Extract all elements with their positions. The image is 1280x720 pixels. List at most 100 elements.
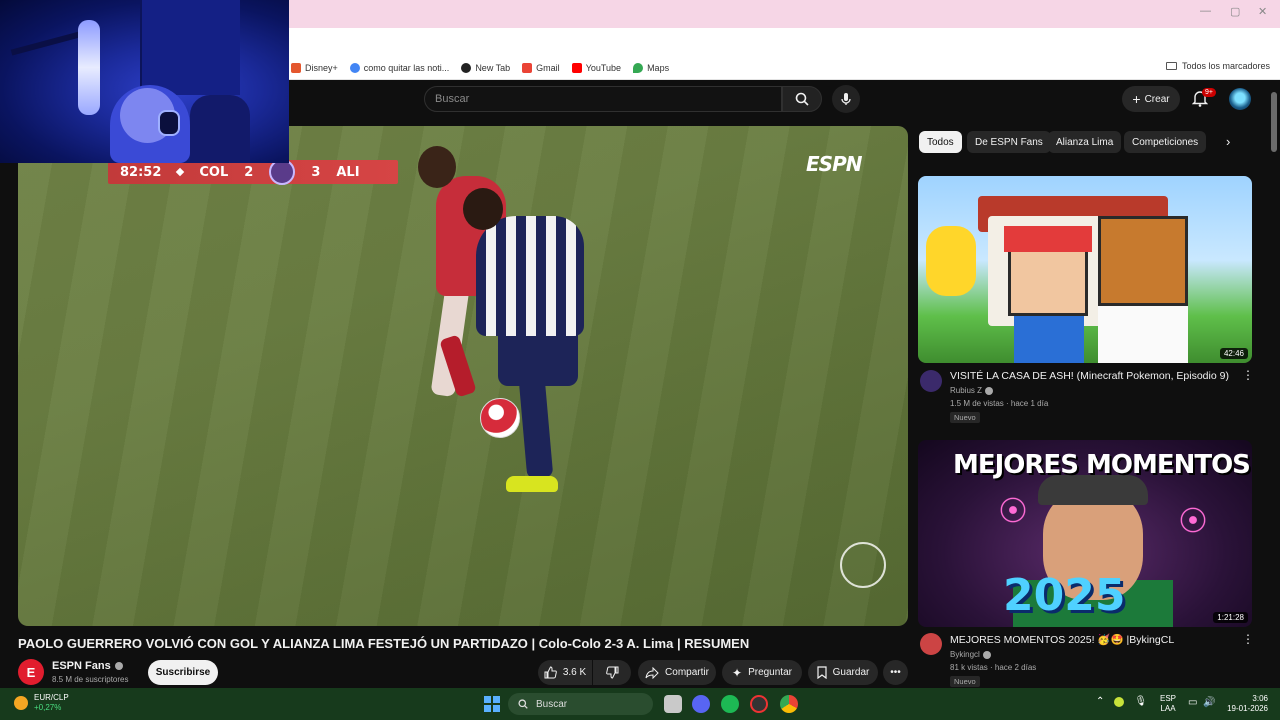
google-icon [349,62,360,73]
verified-icon [982,650,991,659]
bookmark-label: Maps [647,62,670,73]
more-actions-button[interactable]: ••• [883,660,908,685]
chip-competiciones[interactable]: Competiciones [1124,131,1207,153]
more-vertical-icon[interactable]: ⋮ [1242,632,1254,646]
thumb-headline: MEJORES MOMENTOS [953,450,1251,480]
maximize-icon[interactable]: ▢ [1230,5,1240,18]
microphone-icon [841,93,851,105]
recommended-channel-avatar-2[interactable] [920,633,942,655]
channel-name-label: ESPN Fans [52,660,111,672]
espn-logo: ESPN [806,152,862,176]
search-button[interactable] [782,86,822,112]
video-title: PAOLO GUERRERO VOLVIÓ CON GOL Y ALIANZA … [18,636,750,651]
taskbar-widget[interactable]: EUR/CLP +0,27% [14,693,69,713]
search-input[interactable]: Buscar [424,86,782,112]
more-horizontal-icon: ••• [890,667,901,678]
search-icon [518,699,528,709]
recommended-channel-avatar-1[interactable] [920,370,942,392]
discord-icon[interactable] [692,695,710,713]
currency-widget-text: EUR/CLP +0,27% [34,693,69,713]
bookmark-icon [817,666,827,679]
thumbs-up-icon [544,666,557,679]
recommended-channel-name: Bykingcl [950,650,980,659]
search-placeholder: Buscar [435,93,470,105]
share-button[interactable]: Compartir [638,660,716,685]
taskbar-search[interactable]: Buscar [508,693,653,715]
tray-app-icon[interactable] [1114,696,1125,707]
recommended-title-2[interactable]: MEJORES MOMENTOS 2025! 🥳🤩 |BykingCL [950,633,1174,646]
spotify-icon[interactable] [721,695,739,713]
taskbar-search-label: Buscar [536,698,568,710]
recommended-channel-2[interactable]: Bykingcl [950,650,991,659]
microphone-icon[interactable]: 🎙 [1134,696,1147,707]
recommended-channel-1[interactable]: Rubius Z [950,386,994,395]
save-label: Guardar [832,667,870,678]
ask-label: Preguntar [748,667,792,678]
screen: — ▢ ✕ ⧉ ☆ ≡ ⋮ Disney+ como quitar las no… [0,0,1280,720]
close-icon[interactable]: ✕ [1258,5,1267,18]
like-button[interactable]: 3.6 K [538,660,592,685]
bookmark-label: New Tab [475,62,511,73]
bookmark-maps[interactable]: Maps [633,62,670,73]
bookmark-new-tab[interactable]: New Tab [461,62,511,73]
webcam-headset [158,110,180,136]
chip-alianza-lima[interactable]: Alianza Lima [1048,131,1122,153]
bookmark-label: YouTube [585,62,622,73]
bookmark-google-search[interactable]: como quitar las noti... [349,62,450,73]
home-team: COL [199,164,229,180]
system-tray: ⌃ 🎙 [1096,696,1147,707]
windows-start-icon[interactable] [484,696,500,712]
more-vertical-icon[interactable]: ⋮ [1242,368,1254,382]
minimize-icon[interactable]: — [1200,5,1211,17]
sparkle-icon: ✦ [732,665,743,680]
bookmark-label: como quitar las noti... [363,62,450,73]
all-bookmarks[interactable]: Todos los marcadores [1165,61,1270,71]
thumb-character-1-body [1014,316,1084,363]
dislike-button[interactable] [593,660,631,685]
volume-icon[interactable]: 🔊 [1203,697,1215,708]
obs-icon[interactable] [750,695,768,713]
soccer-ball [480,398,520,438]
currency-pair: EUR/CLP [34,693,69,702]
bookmark-disney[interactable]: Disney+ [291,62,338,73]
bookmark-gmail[interactable]: Gmail [522,62,560,73]
chip-todos[interactable]: Todos [919,131,962,153]
keyboard-layout: LAA [1160,704,1176,713]
chevron-up-icon[interactable]: ⌃ [1096,696,1104,707]
file-explorer-icon[interactable] [664,695,682,713]
voice-search-button[interactable] [832,85,860,113]
language-indicator[interactable]: ESP LAA [1160,694,1176,714]
verified-icon [985,386,994,395]
video-player[interactable]: 82:52 COL 2 3 ALI ESPN [18,126,908,626]
account-avatar[interactable] [1229,88,1251,110]
recommended-channel-name: Rubius Z [950,386,983,395]
thumb-year: 2025 [1003,570,1126,621]
gmail-icon [522,62,533,73]
chrome-icon[interactable] [780,695,798,713]
search-icon [795,92,809,106]
create-label: Crear [1144,93,1170,105]
recommended-thumbnail-2[interactable]: MEJORES MOMENTOS 2025 1:21:28 [918,440,1252,627]
serie-rio-de-la-plata-logo [840,542,886,588]
ask-button[interactable]: ✦ Preguntar [722,660,802,685]
folder-icon [1165,62,1177,70]
language-code: ESP [1160,694,1177,703]
chevron-right-icon[interactable]: › [1226,134,1230,149]
channel-avatar[interactable]: E [18,659,44,685]
page-scrollbar[interactable] [1271,92,1277,152]
recommended-title-1[interactable]: VISITÉ LA CASA DE ASH! (Minecraft Pokemo… [950,370,1229,382]
recommended-thumbnail-1[interactable]: 42:46 [918,176,1252,363]
player-striped-head [463,188,503,230]
network-icon[interactable]: ▭ [1188,697,1197,708]
channel-name[interactable]: ESPN Fans [52,660,123,672]
chip-de-espn-fans[interactable]: De ESPN Fans [967,131,1051,153]
bookmark-label: Gmail [536,62,560,73]
subscribe-button[interactable]: Suscribirse [148,660,218,685]
save-button[interactable]: Guardar [808,660,878,685]
taskbar-clock[interactable]: 3:06 19-01-2026 [1222,694,1268,714]
video-duration: 42:46 [1219,348,1248,359]
create-button[interactable]: + Crear [1122,86,1180,112]
bookmark-youtube[interactable]: YouTube [571,62,622,73]
thumb-character-1-cap [1004,226,1092,252]
webcam-microphone [78,20,100,115]
